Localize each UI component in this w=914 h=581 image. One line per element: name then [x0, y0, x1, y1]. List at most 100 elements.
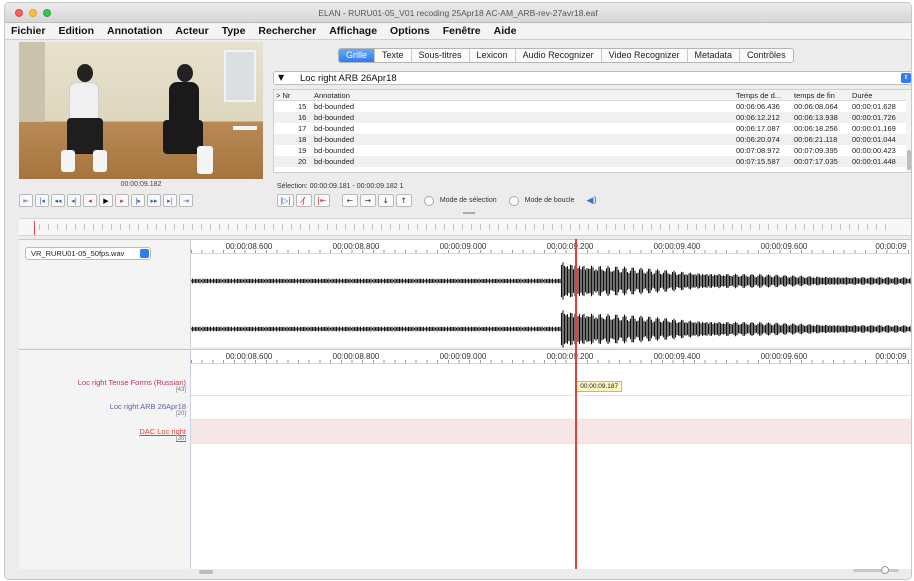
row-duration: 00:00:01.726	[852, 113, 896, 122]
play-button[interactable]: ▶	[99, 194, 113, 207]
timeline-time-ruler[interactable]: 00:00:08.600 00:00:08.800 00:00:09.000 00:0…	[191, 350, 911, 364]
waveform-graph[interactable]	[191, 254, 912, 348]
menu-affichage[interactable]: Affichage	[329, 25, 377, 37]
tab-controles[interactable]: Contrôles	[740, 49, 793, 62]
column-header-duration[interactable]: Durée	[852, 91, 872, 100]
previous-frame-button[interactable]: ◂|	[67, 194, 81, 207]
tab-audio-recognizer[interactable]: Audio Recognizer	[516, 49, 602, 62]
table-row[interactable]: 17 bd-bounded 00:06:17.087 00:06:18.256 …	[274, 123, 908, 134]
next-annotation-button[interactable]: →	[359, 194, 376, 207]
table-row[interactable]: 20 bd-bounded 00:07:15.587 00:07:17.035 …	[274, 156, 908, 167]
loop-mode-checkbox[interactable]	[508, 195, 519, 206]
go-to-begin-button[interactable]: ⇤	[19, 194, 33, 207]
tier-row-tense-forms[interactable]	[191, 372, 911, 396]
tab-texte[interactable]: Texte	[375, 49, 412, 62]
table-row[interactable]: 15 bd-bounded 00:06:06.436 00:06:08.064 …	[274, 101, 908, 112]
ruler-tick-label: 00:00:09.400	[653, 352, 701, 361]
play-selection-button[interactable]: |▷|	[277, 194, 294, 207]
waveform-side-panel: VR_RURU01-05_50fps.wav	[19, 240, 191, 348]
annotation-up-button[interactable]: ↑	[395, 194, 412, 207]
row-end: 00:07:17.035	[794, 157, 838, 166]
tier-label-tense-forms[interactable]: Loc right Tense Forms (Russian) [43]	[78, 378, 186, 393]
tier-row-dac[interactable]	[191, 420, 911, 444]
menu-annotation[interactable]: Annotation	[107, 25, 162, 37]
selection-begin-button[interactable]: |⇤	[313, 194, 330, 207]
menu-rechercher[interactable]: Rechercher	[258, 25, 316, 37]
tab-sous-titres[interactable]: Sous-titres	[412, 49, 470, 62]
row-annotation: bd-bounded	[314, 146, 355, 155]
tier-row-arb[interactable]	[191, 396, 911, 420]
grid-header: > Nr Annotation Temps de d... temps de f…	[274, 90, 911, 101]
timeline-viewer[interactable]: Loc right Tense Forms (Russian) [43] Loc…	[19, 349, 911, 569]
hscroll-thumb[interactable]	[199, 570, 213, 574]
menu-acteur[interactable]: Acteur	[175, 25, 208, 37]
menu-aide[interactable]: Aide	[494, 25, 517, 37]
previous-annotation-button[interactable]: ←	[341, 194, 358, 207]
ruler-tick-label: 00:00:09.600	[760, 352, 808, 361]
next-frame-button[interactable]: |▸	[131, 194, 145, 207]
video-viewer[interactable]	[19, 42, 263, 179]
column-header-nr[interactable]: > Nr	[276, 91, 290, 100]
previous-pixel-button[interactable]: ◂	[83, 194, 97, 207]
overview-cursor-marker[interactable]	[34, 221, 38, 235]
annotation-down-button[interactable]: ↓	[377, 194, 394, 207]
crosshair-cursor[interactable]	[575, 239, 578, 569]
ruler-tick-label: 00:00:09.000	[439, 242, 487, 251]
audio-file-dropdown[interactable]: VR_RURU01-05_50fps.wav	[25, 247, 151, 260]
dropdown-triangle-icon: ▼	[278, 73, 285, 82]
tab-video-recognizer[interactable]: Video Recognizer	[602, 49, 688, 62]
row-end: 00:06:18.256	[794, 124, 838, 133]
column-header-start[interactable]: Temps de d...	[736, 91, 781, 100]
selection-controls: |▷| ∫̸ |⇤ ← → ↓ ↑ Mode de sélection Mode…	[277, 194, 597, 207]
previous-second-button[interactable]: ◂◂	[51, 194, 65, 207]
tab-metadata[interactable]: Metadata	[688, 49, 741, 62]
go-to-end-button[interactable]: ⇥	[179, 194, 193, 207]
selection-mode-checkbox[interactable]	[423, 195, 434, 206]
grid-scroll-thumb[interactable]	[907, 150, 911, 170]
row-start: 00:06:06.436	[736, 102, 780, 111]
menu-fichier[interactable]: Fichier	[11, 25, 45, 37]
splitter-handle[interactable]	[463, 212, 475, 214]
column-header-end[interactable]: temps de fin	[794, 91, 835, 100]
menu-edition[interactable]: Edition	[58, 25, 94, 37]
tab-grille[interactable]: Grille	[339, 49, 376, 62]
next-pixel-button[interactable]: ▸	[115, 194, 129, 207]
row-end: 00:06:13.938	[794, 113, 838, 122]
zoom-slider-knob[interactable]	[881, 566, 889, 574]
waveform-time-ruler[interactable]: 00:00:08.600 00:00:08.800 00:00:09.000 00:0…	[191, 240, 911, 254]
table-row[interactable]: 19 bd-bounded 00:07:08.972 00:07:09.395 …	[274, 145, 908, 156]
cursor-time-tooltip: 00:00:09.187	[576, 381, 623, 392]
volume-icon[interactable]: ◀)	[586, 196, 596, 206]
ruler-tick-label: 00:00:09.200	[546, 352, 594, 361]
tier-name: Loc right Tense Forms (Russian)	[77, 378, 186, 387]
timeline-overview[interactable]	[19, 218, 911, 236]
grid-scrollbar[interactable]	[906, 90, 911, 172]
timeline-hscrollbar[interactable]	[195, 568, 895, 576]
table-row[interactable]: 18 bd-bounded 00:06:20.074 00:06:21.118 …	[274, 134, 908, 145]
waveform-viewer[interactable]: VR_RURU01-05_50fps.wav 00:00:08.600 00:00…	[19, 239, 912, 348]
row-end: 00:06:21.118	[794, 135, 838, 144]
clear-selection-button[interactable]: ∫̸	[295, 194, 312, 207]
menu-type[interactable]: Type	[222, 25, 246, 37]
tier-dropdown[interactable]: ▼ Loc right ARB 26Apr18 ⇕	[273, 71, 911, 85]
next-scroll-button[interactable]: ▸|	[163, 194, 177, 207]
dropdown-stepper-icon: ⇕	[901, 73, 911, 83]
next-second-button[interactable]: ▸▸	[147, 194, 161, 207]
previous-scroll-button[interactable]: |◂	[35, 194, 49, 207]
zoom-slider[interactable]	[853, 566, 899, 574]
menu-fenetre[interactable]: Fenêtre	[443, 25, 481, 37]
tier-labels-panel: Loc right Tense Forms (Russian) [43] Loc…	[19, 350, 191, 569]
ruler-tick-label: 00:00:08.800	[332, 242, 380, 251]
tier-label-arb[interactable]: Loc right ARB 26Apr18 [20]	[110, 402, 186, 417]
row-duration: 00:00:01.044	[852, 135, 896, 144]
table-row[interactable]: 16 bd-bounded 00:06:12.212 00:06:13.938 …	[274, 112, 908, 123]
row-nr: 16	[298, 113, 307, 122]
row-annotation: bd-bounded	[314, 124, 355, 133]
row-annotation: bd-bounded	[314, 113, 355, 122]
tier-count: [20]	[175, 411, 186, 417]
tier-label-dac[interactable]: DAC Loc right [30]	[139, 427, 186, 442]
menu-options[interactable]: Options	[390, 25, 430, 37]
column-header-annotation[interactable]: Annotation	[314, 91, 350, 100]
tier-count: [30]	[175, 436, 186, 442]
tab-lexicon[interactable]: Lexicon	[470, 49, 516, 62]
